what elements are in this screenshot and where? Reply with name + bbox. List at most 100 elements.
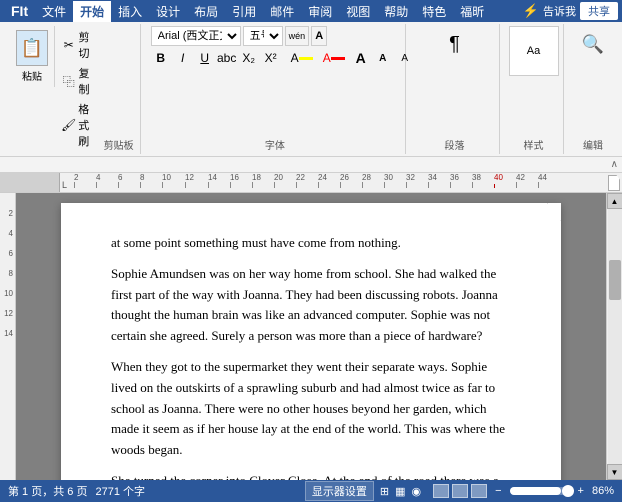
collapse-ribbon-icon[interactable]: ∧ <box>611 159 618 170</box>
font-size-select[interactable]: 五号 <box>243 26 283 46</box>
ruler-tick-34 <box>428 182 429 188</box>
layout-icon: ▦ <box>395 485 405 498</box>
share-button[interactable]: 共享 <box>580 2 618 20</box>
menu-layout[interactable]: 布局 <box>187 1 225 22</box>
font-size-up-button[interactable]: A <box>311 26 327 46</box>
menu-help[interactable]: 帮助 <box>377 1 415 22</box>
paragraph-1: at some point something must have come f… <box>111 233 511 254</box>
paste-label: 粘贴 <box>22 68 42 83</box>
paragraph-label: 段落 <box>445 135 465 152</box>
ruler-left-margin <box>0 173 60 192</box>
text-shrink-button[interactable]: A <box>373 48 393 68</box>
logo: FIt <box>4 1 35 21</box>
ruler-tick-44 <box>538 182 539 188</box>
font-color-button[interactable]: A <box>319 48 349 68</box>
ruler-tick-26 <box>340 182 341 188</box>
word-count: 2771 个字 <box>95 483 145 499</box>
menu-file[interactable]: 文件 <box>35 1 73 22</box>
cut-icon: ✂ <box>61 37 76 53</box>
view-icons <box>433 484 487 498</box>
ruler-tick-36 <box>450 182 451 188</box>
menu-design[interactable]: 设计 <box>149 1 187 22</box>
ruler-tick-4 <box>96 182 97 188</box>
ruler-vt-6: 6 <box>0 243 15 263</box>
tell-me-item[interactable]: 告诉我 <box>543 3 576 19</box>
document-page: at some point something must have come f… <box>61 203 561 480</box>
view-icon-1[interactable] <box>433 484 449 498</box>
paragraph-group: ¶ 段落 <box>410 24 500 154</box>
underline-button[interactable]: U <box>195 48 215 68</box>
text-grow-button[interactable]: A <box>351 48 371 68</box>
menu-foxit[interactable]: 福昕 <box>453 1 491 22</box>
paragraph-content: ¶ <box>437 26 473 135</box>
copy-button[interactable]: ⿻ 复制 <box>59 64 102 98</box>
ruler-tick-20 <box>274 182 275 188</box>
main-area: 2 4 6 8 10 12 14 at some point something… <box>0 193 622 480</box>
style-icon[interactable]: Aa <box>509 26 559 76</box>
scroll-thumb[interactable] <box>609 260 621 300</box>
ruler-tick-10 <box>162 182 163 188</box>
menu-references[interactable]: 引用 <box>225 1 263 22</box>
subscript-button[interactable]: X₂ <box>239 48 259 68</box>
vertical-ruler: 2 4 6 8 10 12 14 <box>0 193 16 480</box>
menu-insert[interactable]: 插入 <box>111 1 149 22</box>
font-color-bar: A <box>319 48 349 68</box>
status-right: − + 86% <box>433 484 614 498</box>
style-group: Aa 样式 <box>504 24 564 154</box>
highlight-color-indicator <box>299 57 313 60</box>
display-settings-button[interactable]: 显示器设置 <box>305 481 374 501</box>
view-icon-3[interactable] <box>471 484 487 498</box>
font-group-label: 字体 <box>265 135 285 152</box>
bold-button[interactable]: B <box>151 48 171 68</box>
ruler-tick-12 <box>185 182 186 188</box>
clipboard-content: 📋 粘贴 ✂ 剪切 ⿻ 复制 🖌 <box>10 26 104 152</box>
search-icon[interactable]: 🔍 <box>575 26 611 62</box>
scroll-up-button[interactable]: ▲ <box>607 193 622 209</box>
menu-bar: FIt 文件 开始 插入 设计 布局 引用 邮件 审阅 视图 帮助 特色 福昕 … <box>0 0 622 22</box>
ruler-tick-38 <box>472 182 473 188</box>
zoom-minus-button[interactable]: − <box>495 485 501 497</box>
ruler-tick-30 <box>384 182 385 188</box>
format-painter-button[interactable]: 🖌 格式刷 <box>59 100 102 150</box>
ruler-tick-24 <box>318 182 319 188</box>
editing-group: 🔍 编辑 <box>568 24 618 154</box>
lightning-icon[interactable]: ⚡ <box>523 3 539 19</box>
paste-button[interactable]: 📋 粘贴 <box>10 26 55 87</box>
speaker-icon: ◉ <box>411 485 421 498</box>
ruler-vt-4: 4 <box>0 223 15 243</box>
zoom-indicator <box>562 485 574 497</box>
status-center: 显示器设置 ⊞ ▦ ◉ <box>305 481 421 501</box>
clipboard-group: 📋 粘贴 ✂ 剪切 ⿻ 复制 🖌 <box>4 24 141 154</box>
highlight-button[interactable]: A <box>287 48 317 68</box>
menu-special[interactable]: 特色 <box>415 1 453 22</box>
vertical-scrollbar[interactable]: ▲ ▼ <box>606 193 622 480</box>
menu-view[interactable]: 视图 <box>339 1 377 22</box>
ruler-tick-2 <box>74 182 75 188</box>
strikethrough-button[interactable]: abc <box>217 48 237 68</box>
zoom-fill <box>510 487 562 495</box>
ruler-tick-6 <box>118 182 119 188</box>
zoom-bar[interactable] <box>510 487 570 495</box>
document-scroll[interactable]: at some point something must have come f… <box>16 193 606 480</box>
scroll-down-button[interactable]: ▼ <box>607 464 622 480</box>
zoom-plus-button[interactable]: + <box>578 485 584 497</box>
ruler-scale: L 2 4 6 8 10 12 14 16 18 20 22 24 <box>60 173 622 192</box>
scroll-track[interactable] <box>608 209 622 464</box>
copy-label: 复制 <box>78 65 99 97</box>
menu-review[interactable]: 审阅 <box>301 1 339 22</box>
menu-home[interactable]: 开始 <box>73 1 111 22</box>
italic-button[interactable]: I <box>173 48 193 68</box>
paragraph-3: When they got to the supermarket they we… <box>111 357 511 461</box>
paragraph-icon[interactable]: ¶ <box>437 26 473 62</box>
editing-label: 编辑 <box>583 135 603 152</box>
menu-mailings[interactable]: 邮件 <box>263 1 301 22</box>
font-color-indicator <box>331 57 345 60</box>
superscript-button[interactable]: X² <box>261 48 281 68</box>
font-name-select[interactable]: Arial (西文正文) <box>151 26 241 46</box>
ruler-tick-L: L <box>62 180 67 190</box>
status-bar: 第 1 页，共 6 页 2771 个字 显示器设置 ⊞ ▦ ◉ − + 86% <box>0 480 622 502</box>
view-icon-2[interactable] <box>452 484 468 498</box>
font-wen-button[interactable]: wén <box>285 26 310 46</box>
clipboard-mini-buttons: ✂ 剪切 ⿻ 复制 🖌 格式刷 <box>57 26 104 152</box>
cut-button[interactable]: ✂ 剪切 <box>59 28 102 62</box>
